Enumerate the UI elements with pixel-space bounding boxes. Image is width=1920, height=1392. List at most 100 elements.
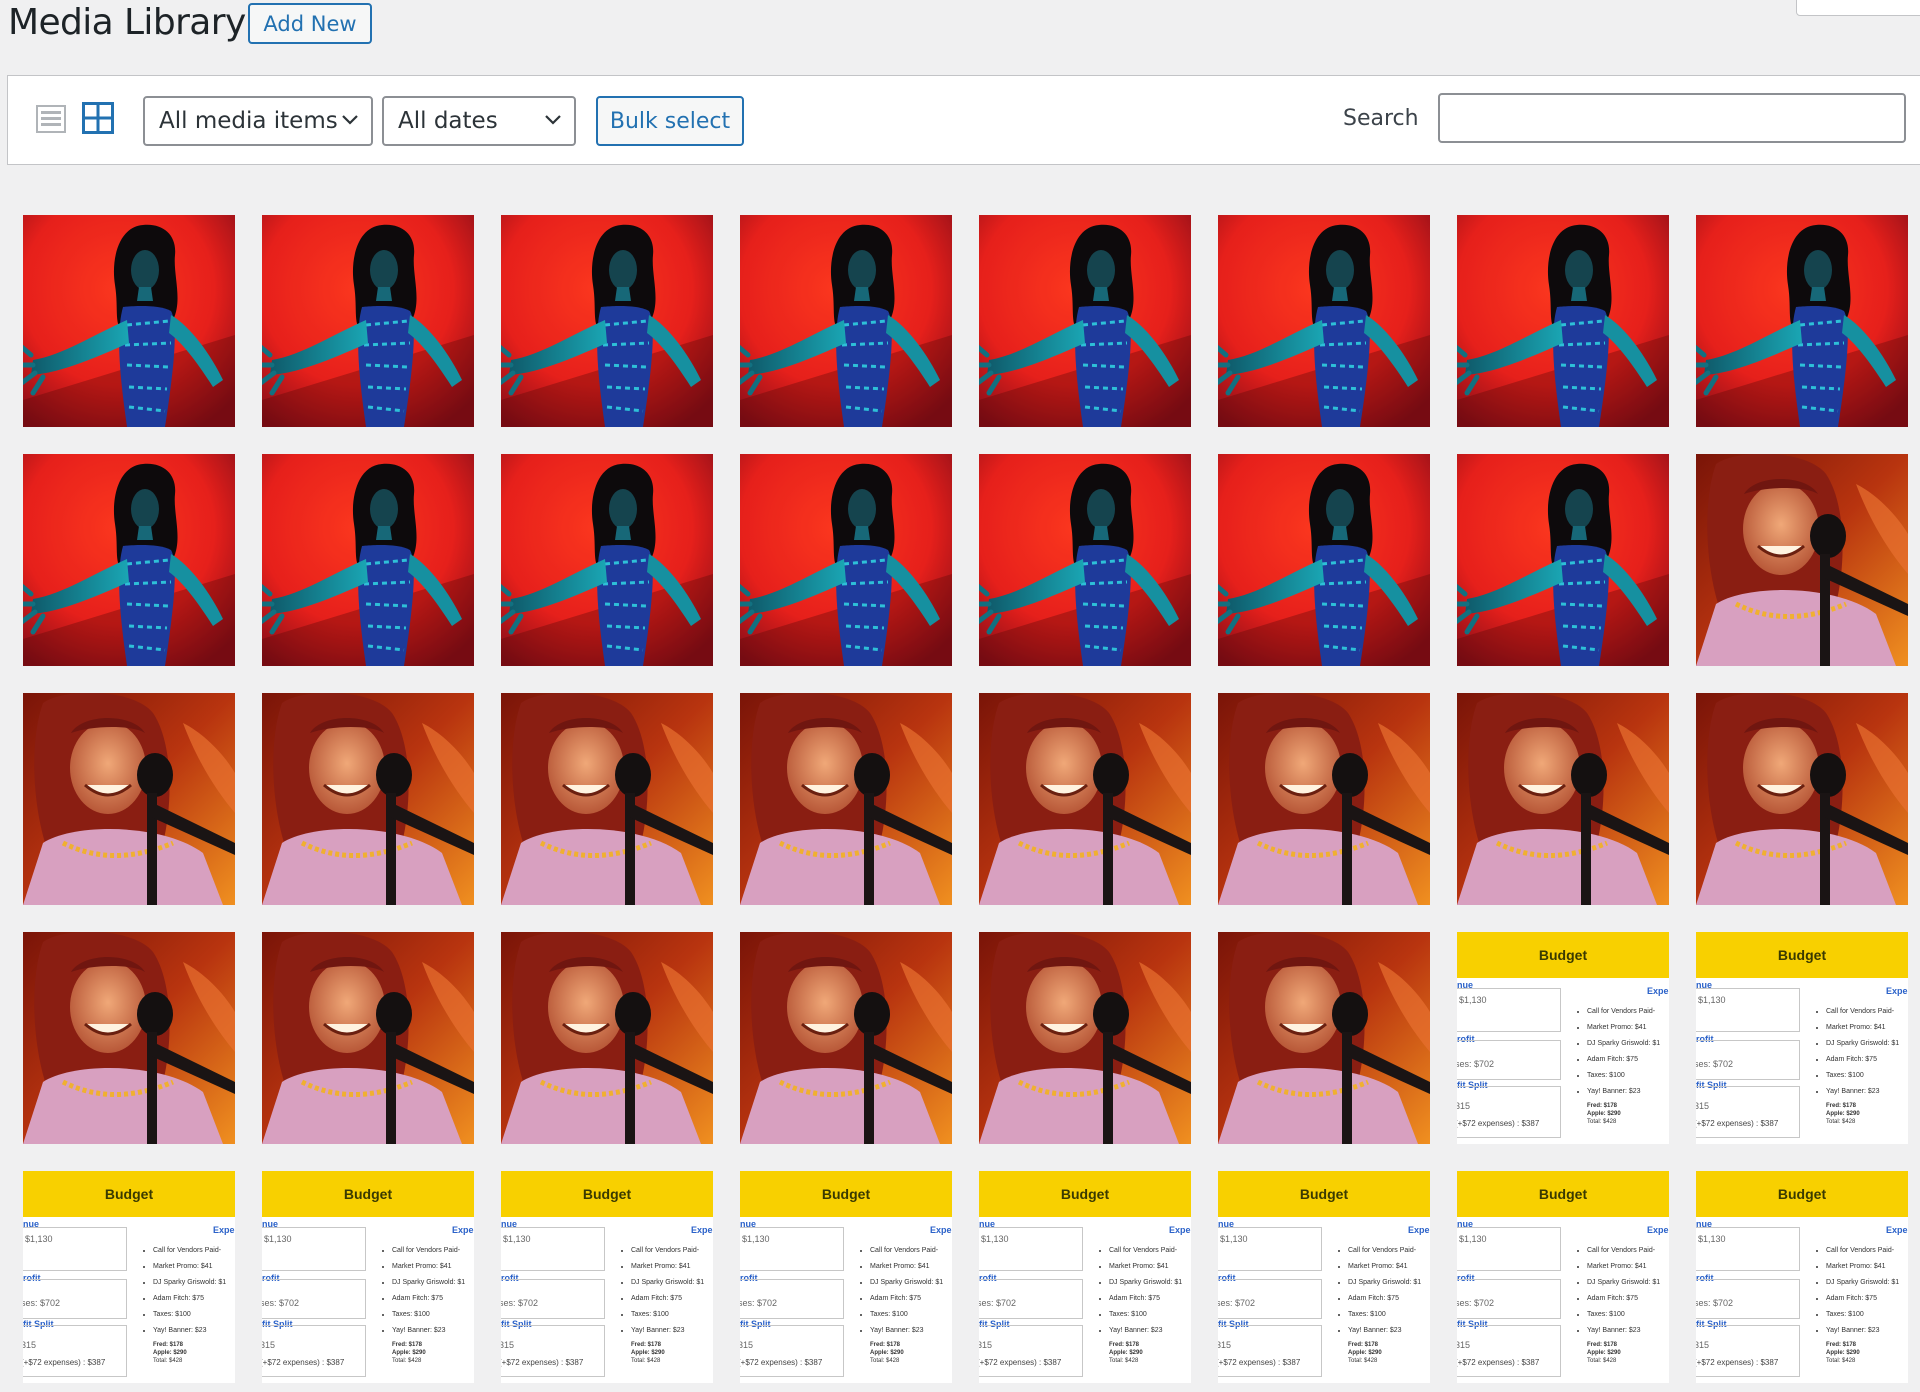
media-item[interactable]: Budget venue $1,130 rofit ses: $702 fit … [1696,932,1908,1144]
media-item[interactable] [1696,693,1908,905]
budget-split-detail: (+$72 expenses) : $387 [1696,1119,1779,1128]
budget-totals: Fred: $178 Apple: $290 Total: $428 [1587,1102,1621,1126]
budget-document-image: Budget venue $1,130 rofit ses: $702 fit … [501,1171,713,1383]
budget-expense-list: Call for Vendors Paid- Market Promo: $41… [374,1243,465,1339]
media-item[interactable]: Budget venue $1,130 rofit ses: $702 fit … [1696,1171,1908,1383]
singer-red-backdrop-image [1457,215,1669,427]
budget-profit-value: ses: $702 [1457,1059,1495,1069]
budget-total-line: Fred: $178 [392,1342,423,1348]
budget-total-line: Total: $428 [392,1358,422,1364]
media-item[interactable] [1218,693,1430,905]
singer-microphone-image [740,932,952,1144]
media-item[interactable]: Budget venue $1,130 rofit ses: $702 fit … [1457,1171,1669,1383]
media-item[interactable] [1457,215,1669,427]
list-item: Adam Fitch: $75 [1826,1291,1899,1307]
budget-expense-list: Call for Vendors Paid- Market Promo: $41… [1808,1004,1899,1100]
budget-totals: Fred: $178 Apple: $290 Total: $428 [631,1341,665,1365]
singer-red-backdrop-image [501,215,713,427]
search-input[interactable] [1438,93,1906,143]
budget-revenue-value: $1,130 [1459,1234,1487,1244]
bulk-select-button[interactable]: Bulk select [596,96,744,146]
list-item: DJ Sparky Griswold: $1 [392,1275,465,1291]
media-item[interactable] [262,932,474,1144]
media-item[interactable] [262,693,474,905]
budget-expense-list: Call for Vendors Paid- Market Promo: $41… [1330,1243,1421,1339]
media-item[interactable] [979,693,1191,905]
list-view-icon[interactable] [36,104,66,134]
media-item[interactable] [501,215,713,427]
singer-microphone-image [979,932,1191,1144]
budget-document-image: Budget venue $1,130 rofit ses: $702 fit … [1457,1171,1669,1383]
media-item[interactable]: Budget venue $1,130 rofit ses: $702 fit … [262,1171,474,1383]
singer-red-backdrop-image [262,215,474,427]
list-item: Adam Fitch: $75 [1348,1291,1421,1307]
media-item[interactable] [23,454,235,666]
media-item[interactable] [262,215,474,427]
media-item[interactable]: Budget venue $1,130 rofit ses: $702 fit … [501,1171,713,1383]
media-item[interactable]: Budget venue $1,130 rofit ses: $702 fit … [1457,932,1669,1144]
list-item: Call for Vendors Paid- [1109,1243,1182,1259]
media-item[interactable]: Budget venue $1,130 rofit ses: $702 fit … [23,1171,235,1383]
media-item[interactable] [23,693,235,905]
budget-total-line: Apple: $290 [1587,1111,1621,1117]
grid-view-icon[interactable] [82,102,114,134]
list-item: Call for Vendors Paid- [153,1243,226,1259]
media-item[interactable] [23,932,235,1144]
budget-totals: Fred: $178 Apple: $290 Total: $428 [392,1341,426,1365]
media-item[interactable] [1457,693,1669,905]
media-item[interactable] [501,932,713,1144]
screen-options-tab[interactable] [1796,0,1920,16]
budget-split-detail: (+$72 expenses) : $387 [979,1358,1062,1367]
media-item[interactable] [740,215,952,427]
media-item[interactable] [740,454,952,666]
list-item: Adam Fitch: $75 [1109,1291,1182,1307]
list-item: Yay! Banner: $23 [1109,1323,1182,1339]
budget-total-line: Total: $428 [1587,1358,1617,1364]
media-item[interactable]: Budget venue $1,130 rofit ses: $702 fit … [1218,1171,1430,1383]
budget-totals: Fred: $178 Apple: $290 Total: $428 [1348,1341,1382,1365]
media-item[interactable] [740,693,952,905]
singer-microphone-image [501,693,713,905]
singer-red-backdrop-image [740,215,952,427]
budget-expenses-label: Expens [213,1225,235,1235]
add-new-button[interactable]: Add New [248,3,372,44]
date-filter-value: All dates [398,108,498,134]
media-item[interactable] [1457,454,1669,666]
media-item[interactable] [1218,932,1430,1144]
media-type-filter[interactable]: All media items [143,96,373,146]
date-filter[interactable]: All dates [382,96,576,146]
budget-profit-value: ses: $702 [1457,1298,1495,1308]
singer-microphone-image [740,693,952,905]
budget-profit-value: ses: $702 [740,1298,778,1308]
singer-red-backdrop-image [1696,215,1908,427]
media-item[interactable] [501,454,713,666]
budget-total-line: Total: $428 [631,1358,661,1364]
media-item[interactable] [979,932,1191,1144]
media-item[interactable] [1218,215,1430,427]
budget-expense-list: Call for Vendors Paid- Market Promo: $41… [135,1243,226,1339]
budget-split-detail: (+$72 expenses) : $387 [1457,1119,1540,1128]
media-item[interactable] [1696,215,1908,427]
media-item[interactable] [501,693,713,905]
media-item[interactable] [740,932,952,1144]
media-item[interactable] [979,215,1191,427]
list-item: DJ Sparky Griswold: $1 [1587,1275,1660,1291]
media-item[interactable] [1218,454,1430,666]
budget-total-line: Apple: $290 [1109,1350,1143,1356]
media-item[interactable]: Budget venue $1,130 rofit ses: $702 fit … [740,1171,952,1383]
budget-total-line: Fred: $178 [870,1342,901,1348]
media-item[interactable] [262,454,474,666]
page-header: Media Library Add New [0,0,1920,60]
budget-revenue-value: $1,130 [1459,995,1487,1005]
media-item[interactable] [979,454,1191,666]
list-item: Taxes: $100 [1826,1068,1899,1084]
media-item[interactable]: Budget venue $1,130 rofit ses: $702 fit … [979,1171,1191,1383]
budget-profit-value: ses: $702 [1696,1298,1734,1308]
budget-expenses-label: Expens [691,1225,713,1235]
list-item: Market Promo: $41 [153,1259,226,1275]
media-item[interactable] [23,215,235,427]
media-item[interactable] [1696,454,1908,666]
list-item: Taxes: $100 [631,1307,704,1323]
budget-totals: Fred: $178 Apple: $290 Total: $428 [1826,1341,1860,1365]
list-item: Taxes: $100 [1109,1307,1182,1323]
